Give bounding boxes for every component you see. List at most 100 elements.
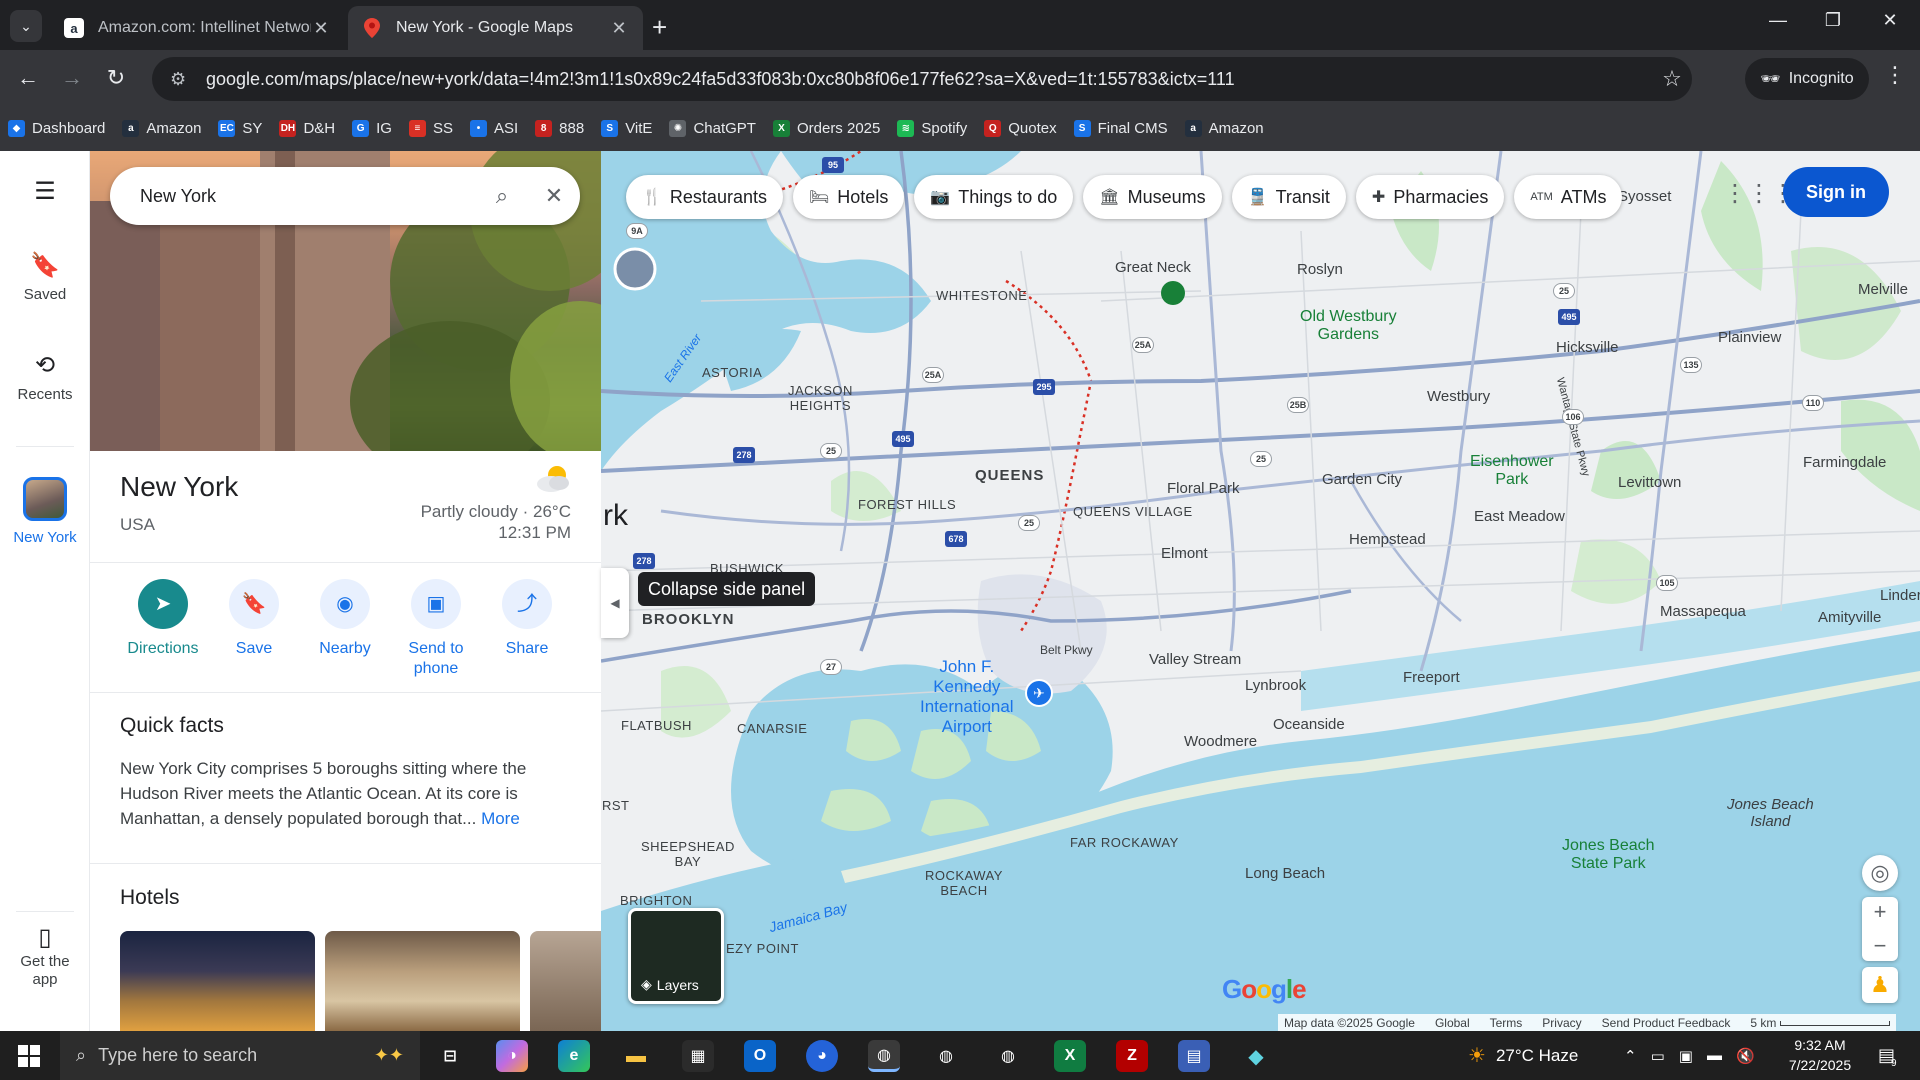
share-button[interactable]: ⤴ Share bbox=[482, 579, 572, 659]
app-icon[interactable]: ◆ bbox=[1240, 1040, 1272, 1072]
url-text[interactable]: google.com/maps/place/new+york/data=!4m2… bbox=[206, 69, 1652, 90]
bookmark-item[interactable]: • ASI bbox=[469, 119, 518, 137]
restore-icon[interactable]: ❐ bbox=[1813, 10, 1853, 31]
menu-button[interactable]: ☰ bbox=[0, 177, 90, 212]
volume-muted-icon[interactable]: 🔇 bbox=[1736, 1047, 1755, 1065]
hotel-photo[interactable] bbox=[325, 931, 520, 1031]
forward-arrow-icon[interactable]: → bbox=[56, 62, 88, 94]
reload-icon[interactable]: ↻ bbox=[100, 62, 132, 94]
tab-title: Amazon.com: Intellinet Networ bbox=[98, 19, 311, 36]
teams-icon[interactable]: ◕ bbox=[806, 1040, 838, 1072]
send-feedback-link[interactable]: Send Product Feedback bbox=[1602, 1016, 1731, 1030]
my-location-icon[interactable]: ◎ bbox=[1862, 855, 1898, 891]
taskbar-search[interactable]: ⌕ Type here to search ✦✦ bbox=[60, 1031, 420, 1080]
hotel-photo[interactable] bbox=[530, 931, 601, 1031]
close-window-icon[interactable]: ✕ bbox=[1870, 10, 1910, 31]
chip-hotels[interactable]: 🛏 Hotels bbox=[792, 175, 905, 219]
windows-start-icon[interactable] bbox=[18, 1045, 40, 1067]
chip-pharmacies[interactable]: ✚ Pharmacies bbox=[1355, 175, 1505, 219]
chip-museums[interactable]: 🏛 Museums bbox=[1083, 175, 1222, 219]
hotel-photo[interactable] bbox=[120, 931, 315, 1031]
browser-menu-icon[interactable]: ⋮ bbox=[1880, 62, 1910, 88]
close-tab-icon[interactable]: ✕ bbox=[311, 18, 331, 39]
taskbar-clock[interactable]: 9:32 AM 7/22/2025 bbox=[1770, 1035, 1870, 1075]
rail-current-place[interactable]: New York bbox=[0, 477, 90, 546]
terms-link[interactable]: Terms bbox=[1490, 1016, 1523, 1030]
bookmark-item[interactable]: X Orders 2025 bbox=[772, 119, 881, 137]
store-icon[interactable]: ▦ bbox=[682, 1040, 714, 1072]
bookmark-item[interactable]: ◆ Dashboard bbox=[8, 119, 105, 137]
chrome-icon[interactable]: ◍ bbox=[868, 1040, 900, 1072]
chip-things-to-do[interactable]: 📷 Things to do bbox=[914, 175, 1074, 219]
rail-get-app[interactable]: ▯ Get the app bbox=[0, 926, 90, 989]
layers-button[interactable]: ◈ Layers bbox=[628, 908, 724, 1004]
privacy-link[interactable]: Privacy bbox=[1542, 1016, 1581, 1030]
chevron-up-icon[interactable]: ⌃ bbox=[1624, 1047, 1637, 1065]
device-icon[interactable]: ▣ bbox=[1679, 1047, 1693, 1065]
zoom-out-icon[interactable]: − bbox=[1874, 933, 1887, 959]
bookmark-item[interactable]: 8 888 bbox=[535, 119, 584, 137]
nearby-button[interactable]: ◉ Nearby bbox=[300, 579, 390, 659]
minimize-icon[interactable]: — bbox=[1758, 10, 1798, 31]
filezilla-icon[interactable]: Z bbox=[1116, 1040, 1148, 1072]
bookmark-item[interactable]: a Amazon bbox=[1184, 119, 1264, 137]
battery-icon[interactable]: ▬ bbox=[1707, 1047, 1722, 1064]
search-icon[interactable]: ⌕ bbox=[476, 183, 528, 209]
back-arrow-icon[interactable]: ← bbox=[12, 62, 44, 94]
chip-atms[interactable]: ATM ATMs bbox=[1514, 175, 1623, 219]
bookmark-item[interactable]: Q Quotex bbox=[984, 119, 1057, 137]
map-label-jfk-airport[interactable]: John F. Kennedy International Airport bbox=[920, 657, 1014, 737]
send-to-phone-button[interactable]: ▣ Send to phone bbox=[391, 579, 481, 679]
bookmark-item[interactable]: ≡ SS bbox=[408, 119, 453, 137]
taskbar-weather[interactable]: ☀ 27°C Haze bbox=[1468, 1031, 1578, 1080]
network-icon[interactable]: ▭ bbox=[1651, 1047, 1665, 1065]
tab-google-maps[interactable]: New York - Google Maps ✕ bbox=[348, 6, 643, 50]
save-button[interactable]: 🔖 Save bbox=[209, 579, 299, 659]
bookmark-item[interactable]: EC SY bbox=[218, 119, 262, 137]
bookmark-item[interactable]: ≋ Spotify bbox=[897, 119, 967, 137]
collapse-panel-button[interactable]: ◀ bbox=[601, 568, 629, 638]
pegman-icon[interactable]: ♟ bbox=[1862, 967, 1898, 1003]
bookmark-item[interactable]: S Final CMS bbox=[1073, 119, 1168, 137]
more-link[interactable]: More bbox=[481, 809, 520, 828]
incognito-badge[interactable]: 🕶 Incognito bbox=[1745, 58, 1869, 100]
bookmark-label: Orders 2025 bbox=[796, 119, 881, 137]
tab-search-button[interactable]: ⌄ bbox=[10, 10, 42, 42]
tab-amazon[interactable]: a Amazon.com: Intellinet Networ ✕ bbox=[50, 6, 345, 50]
bookmark-item[interactable]: DH D&H bbox=[279, 119, 335, 137]
system-tray: ⌃ ▭ ▣ ▬ 🔇 bbox=[1624, 1031, 1755, 1080]
bookmark-item[interactable]: ✺ ChatGPT bbox=[669, 119, 756, 137]
new-tab-button[interactable]: + bbox=[652, 12, 667, 43]
sign-in-button[interactable]: Sign in bbox=[1783, 167, 1889, 217]
directions-button[interactable]: ➤ Directions bbox=[118, 579, 208, 659]
chip-restaurants[interactable]: 🍴 Restaurants bbox=[626, 175, 783, 219]
zoom-in-icon[interactable]: + bbox=[1874, 899, 1887, 925]
calculator-icon[interactable]: ▤ bbox=[1178, 1040, 1210, 1072]
task-view-icon[interactable]: ⊟ bbox=[434, 1040, 466, 1072]
rail-saved[interactable]: 🔖 Saved bbox=[0, 251, 90, 303]
bookmark-star-icon[interactable]: ☆ bbox=[1652, 66, 1692, 92]
copilot-icon[interactable]: ◑ bbox=[496, 1040, 528, 1072]
file-explorer-icon[interactable]: ▬ bbox=[620, 1040, 652, 1072]
outlook-icon[interactable]: O bbox=[744, 1040, 776, 1072]
search-input[interactable] bbox=[140, 185, 476, 207]
search-box[interactable]: ⌕ ✕ bbox=[110, 167, 580, 225]
rail-recents[interactable]: ⟲ Recents bbox=[0, 351, 90, 403]
chip-transit[interactable]: 🚆 Transit bbox=[1231, 175, 1346, 219]
notifications-icon[interactable]: ▤ 9 bbox=[1878, 1031, 1897, 1080]
global-link[interactable]: Global bbox=[1435, 1016, 1470, 1030]
clear-search-icon[interactable]: ✕ bbox=[528, 183, 580, 209]
site-settings-icon[interactable]: ⚙ bbox=[170, 69, 194, 90]
chrome-icon[interactable]: ◍ bbox=[930, 1040, 962, 1072]
chrome-icon[interactable]: ◍ bbox=[992, 1040, 1024, 1072]
bookmark-item[interactable]: G IG bbox=[352, 119, 392, 137]
bookmark-item[interactable]: a Amazon bbox=[122, 119, 201, 137]
edge-icon[interactable]: e bbox=[558, 1040, 590, 1072]
close-tab-icon[interactable]: ✕ bbox=[609, 18, 629, 39]
rail-divider bbox=[16, 446, 74, 447]
excel-icon[interactable]: X bbox=[1054, 1040, 1086, 1072]
bookmark-item[interactable]: S VitE bbox=[601, 119, 652, 137]
bookmark-favicon-icon: ◆ bbox=[8, 119, 25, 137]
scale-bar[interactable]: 5 km bbox=[1750, 1016, 1890, 1030]
address-bar[interactable]: ⚙ google.com/maps/place/new+york/data=!4… bbox=[152, 57, 1692, 101]
